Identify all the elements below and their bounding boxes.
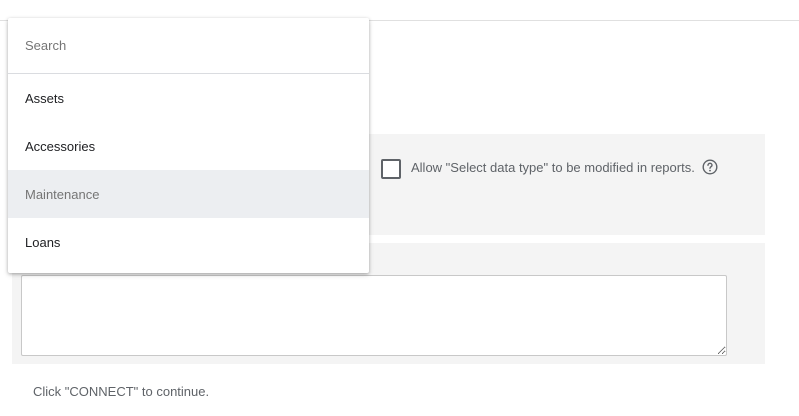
allow-modify-checkbox[interactable] [381, 159, 401, 179]
notes-textarea[interactable] [21, 275, 727, 356]
dropdown-search-input[interactable] [8, 18, 369, 74]
allow-modify-label: Allow "Select data type" to be modified … [411, 160, 695, 175]
menu-item-accessories[interactable]: Accessories [8, 122, 369, 170]
help-circle-icon[interactable] [702, 159, 718, 175]
menu-item-maintenance[interactable]: Maintenance [8, 170, 369, 218]
dropdown-menu-list: Assets Accessories Maintenance Loans [8, 74, 369, 266]
data-type-dropdown: Assets Accessories Maintenance Loans [8, 18, 369, 273]
menu-item-assets[interactable]: Assets [8, 74, 369, 122]
connect-hint: Click "CONNECT" to continue. [33, 384, 210, 399]
menu-item-loans[interactable]: Loans [8, 218, 369, 266]
